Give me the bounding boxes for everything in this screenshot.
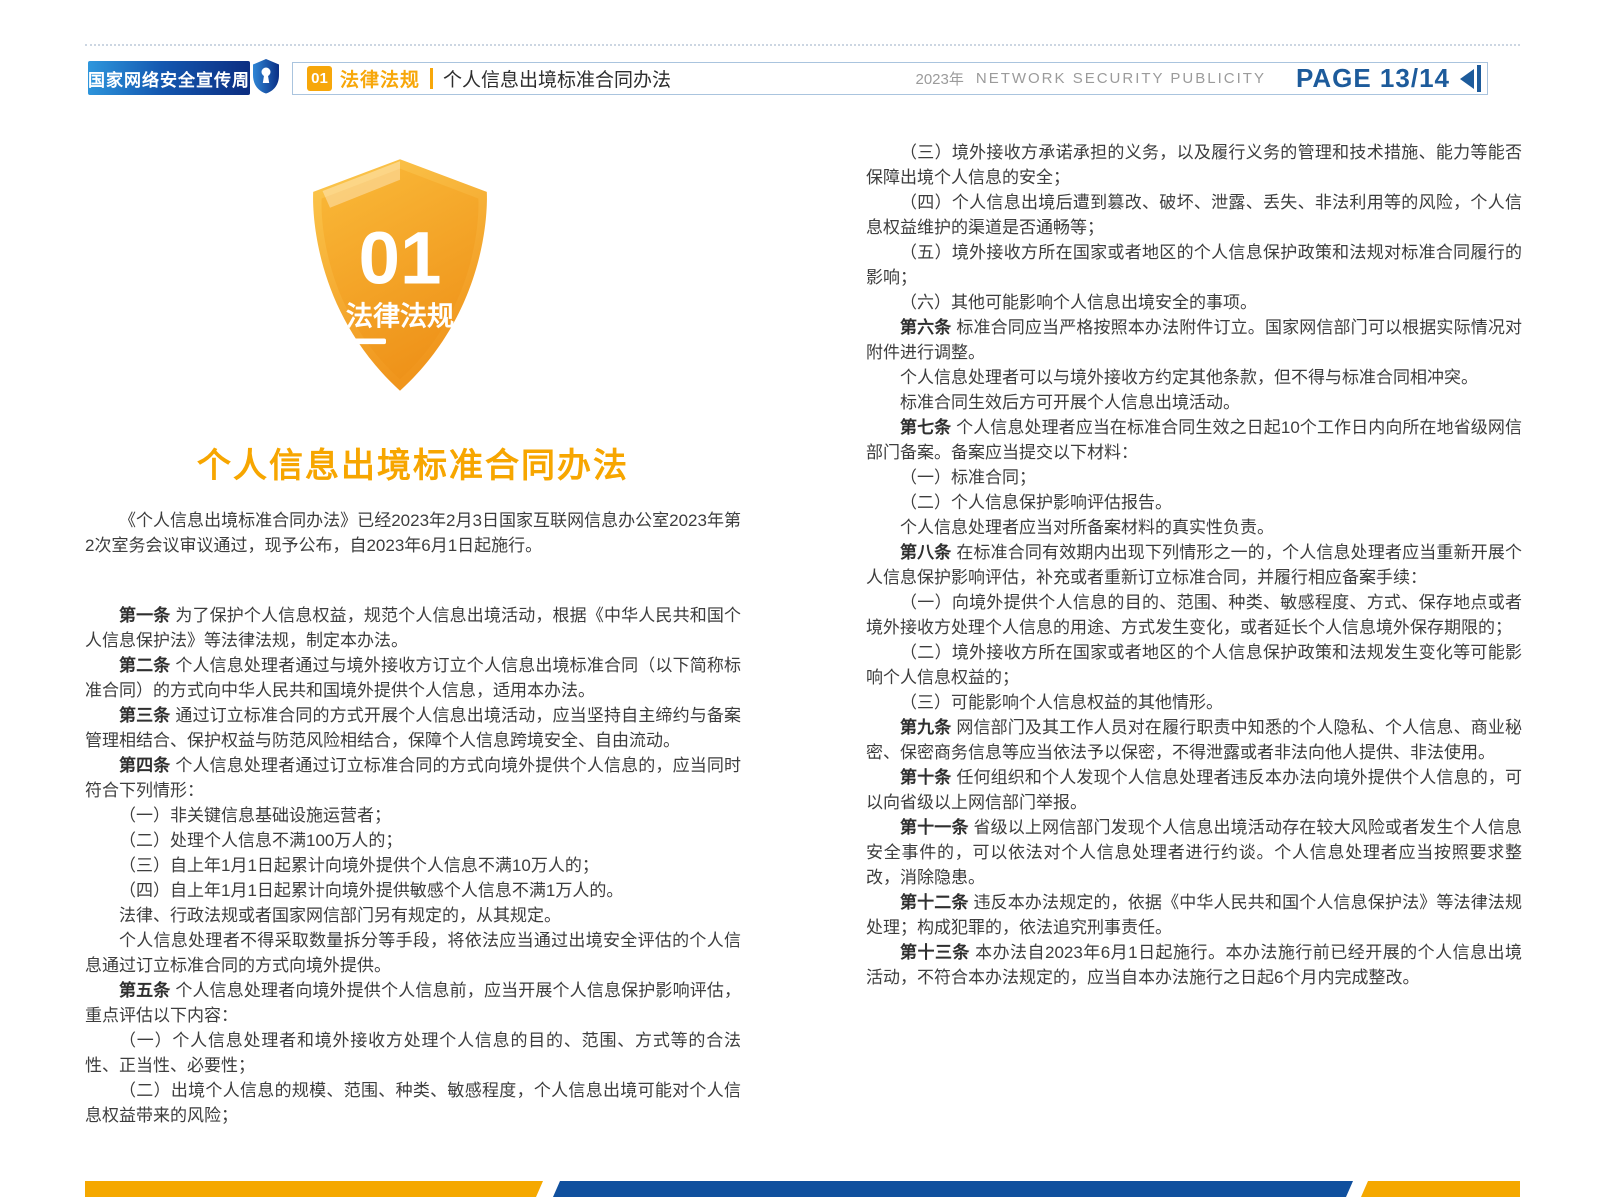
paragraph: 第六条 标准合同应当严格按照本办法附件订立。国家网信部门可以根据实际情况对附件进… xyxy=(866,315,1522,365)
section-label: 法律法规 xyxy=(340,65,420,92)
security-shield-lock-icon xyxy=(252,58,280,94)
header-subtitle-en: NETWORK SECURITY PUBLICITY xyxy=(976,70,1266,87)
right-column-body: （三）境外接收方承诺承担的义务，以及履行义务的管理和技术措施、能力等能否保障出境… xyxy=(866,140,1522,990)
paragraph: 第二条 个人信息处理者通过与境外接收方订立个人信息出境标准合同（以下简称标准合同… xyxy=(85,653,741,703)
paragraph: 第八条 在标准合同有效期内出现下列情形之一的，个人信息处理者应当重新开展个人信息… xyxy=(866,540,1522,590)
paragraph: 第一条 为了保护个人信息权益，规范个人信息出境活动，根据《中华人民共和国个人信息… xyxy=(85,603,741,653)
paragraph: 标准合同生效后方可开展个人信息出境活动。 xyxy=(866,390,1522,415)
paragraph: （一）标准合同； xyxy=(866,465,1522,490)
paragraph: （一）个人信息处理者和境外接收方处理个人信息的目的、范围、方式等的合法性、正当性… xyxy=(85,1028,741,1078)
footer-bar-blue xyxy=(553,1181,1353,1197)
paragraph: 第十三条 本办法自2023年6月1日起施行。本办法施行前已经开展的个人信息出境活… xyxy=(866,940,1522,990)
paragraph: （二）个人信息保护影响评估报告。 xyxy=(866,490,1522,515)
paragraph: 第九条 网信部门及其工作人员对在履行职责中知悉的个人隐私、个人信息、商业秘密、保… xyxy=(866,715,1522,765)
paragraph: 个人信息处理者不得采取数量拆分等手段，将依法应当通过出境安全评估的个人信息通过订… xyxy=(85,928,741,978)
chapter-shield-number: 01 xyxy=(358,215,441,299)
section-number-chip: 01 xyxy=(307,66,332,91)
paragraph: （三）境外接收方承诺承担的义务，以及履行义务的管理和技术措施、能力等能否保障出境… xyxy=(866,140,1522,190)
footer-bar-orange-left xyxy=(85,1181,543,1197)
paragraph: （二）境外接收方所在国家或者地区的个人信息保护政策和法规发生变化等可能影响个人信… xyxy=(866,640,1522,690)
event-badge: 国家网络安全宣传周 xyxy=(88,61,250,95)
chapter-shield-icon: 01 法律法规 xyxy=(302,156,498,394)
paragraph: 第五条 个人信息处理者向境外提供个人信息前，应当开展个人信息保护影响评估，重点评… xyxy=(85,978,741,1028)
page-indicator-bar xyxy=(1477,65,1481,92)
paragraph: （三）自上年1月1日起累计向境外提供个人信息不满10万人的； xyxy=(85,853,741,878)
paragraph: 第七条 个人信息处理者应当在标准合同生效之日起10个工作日内向所在地省级网信部门… xyxy=(866,415,1522,465)
page-prev-arrow-icon xyxy=(1460,69,1474,89)
chapter-shield-label: 法律法规 xyxy=(346,301,454,331)
paragraph: （六）其他可能影响个人信息出境安全的事项。 xyxy=(866,290,1522,315)
section-number: 01 xyxy=(311,70,328,87)
header-year: 2023年 xyxy=(915,68,963,89)
header-divider xyxy=(430,68,433,89)
paragraph: 法律、行政法规或者国家网信部门另有规定的，从其规定。 xyxy=(85,903,741,928)
document-page: 国家网络安全宣传周 01 法律法规 个人信息出境标准合同办法 2023年 NET… xyxy=(0,0,1600,1200)
paragraph: （四）个人信息出境后遭到篡改、破坏、泄露、丢失、非法利用等的风险，个人信息权益维… xyxy=(866,190,1522,240)
paragraph: 个人信息处理者可以与境外接收方约定其他条款，但不得与标准合同相冲突。 xyxy=(866,365,1522,390)
paragraph: （五）境外接收方所在国家或者地区的个人信息保护政策和法规对标准合同履行的影响； xyxy=(866,240,1522,290)
chapter-shield: 01 法律法规 xyxy=(302,156,498,394)
paragraph: 第十一条 省级以上网信部门发现个人信息出境活动存在较大风险或者发生个人信息安全事… xyxy=(866,815,1522,890)
paragraph: （二）处理个人信息不满100万人的； xyxy=(85,828,741,853)
right-column: （三）境外接收方承诺承担的义务，以及履行义务的管理和技术措施、能力等能否保障出境… xyxy=(866,140,1522,990)
page-title: 个人信息出境标准合同办法 xyxy=(85,446,741,486)
paragraph: （一）非关键信息基础设施运营者； xyxy=(85,803,741,828)
top-dotted-rule xyxy=(85,44,1520,46)
paragraph: （四）自上年1月1日起累计向境外提供敏感个人信息不满1万人的。 xyxy=(85,878,741,903)
header-doc-title: 个人信息出境标准合同办法 xyxy=(443,65,671,92)
page-indicator: PAGE 13/14 xyxy=(1296,63,1450,94)
left-column-body: 第一条 为了保护个人信息权益，规范个人信息出境活动，根据《中华人民共和国个人信息… xyxy=(85,603,741,1128)
paragraph: （二）出境个人信息的规模、范围、种类、敏感程度，个人信息出境可能对个人信息权益带… xyxy=(85,1078,741,1128)
paragraph: 第十条 任何组织和个人发现个人信息处理者违反本办法向境外提供个人信息的，可以向省… xyxy=(866,765,1522,815)
paragraph: （三）可能影响个人信息权益的其他情形。 xyxy=(866,690,1522,715)
paragraph: 个人信息处理者应当对所备案材料的真实性负责。 xyxy=(866,515,1522,540)
footer-bar-orange-right xyxy=(1361,1181,1520,1197)
paragraph: 第四条 个人信息处理者通过订立标准合同的方式向境外提供个人信息的，应当同时符合下… xyxy=(85,753,741,803)
event-badge-label: 国家网络安全宣传周 xyxy=(88,66,250,91)
header-bar: 01 法律法规 个人信息出境标准合同办法 2023年 NETWORK SECUR… xyxy=(292,62,1488,95)
paragraph: （一）向境外提供个人信息的目的、范围、种类、敏感程度、方式、保存地点或者境外接收… xyxy=(866,590,1522,640)
intro-paragraph: 《个人信息出境标准合同办法》已经2023年2月3日国家互联网信息办公室2023年… xyxy=(85,508,741,558)
left-column: 01 法律法规 个人信息出境标准合同办法 《个人信息出境标准合同办法》已经202… xyxy=(85,140,741,1128)
paragraph: 第十二条 违反本办法规定的，依据《中华人民共和国个人信息保护法》等法律法规处理；… xyxy=(866,890,1522,940)
paragraph: 第三条 通过订立标准合同的方式开展个人信息出境活动，应当坚持自主缔约与备案管理相… xyxy=(85,703,741,753)
